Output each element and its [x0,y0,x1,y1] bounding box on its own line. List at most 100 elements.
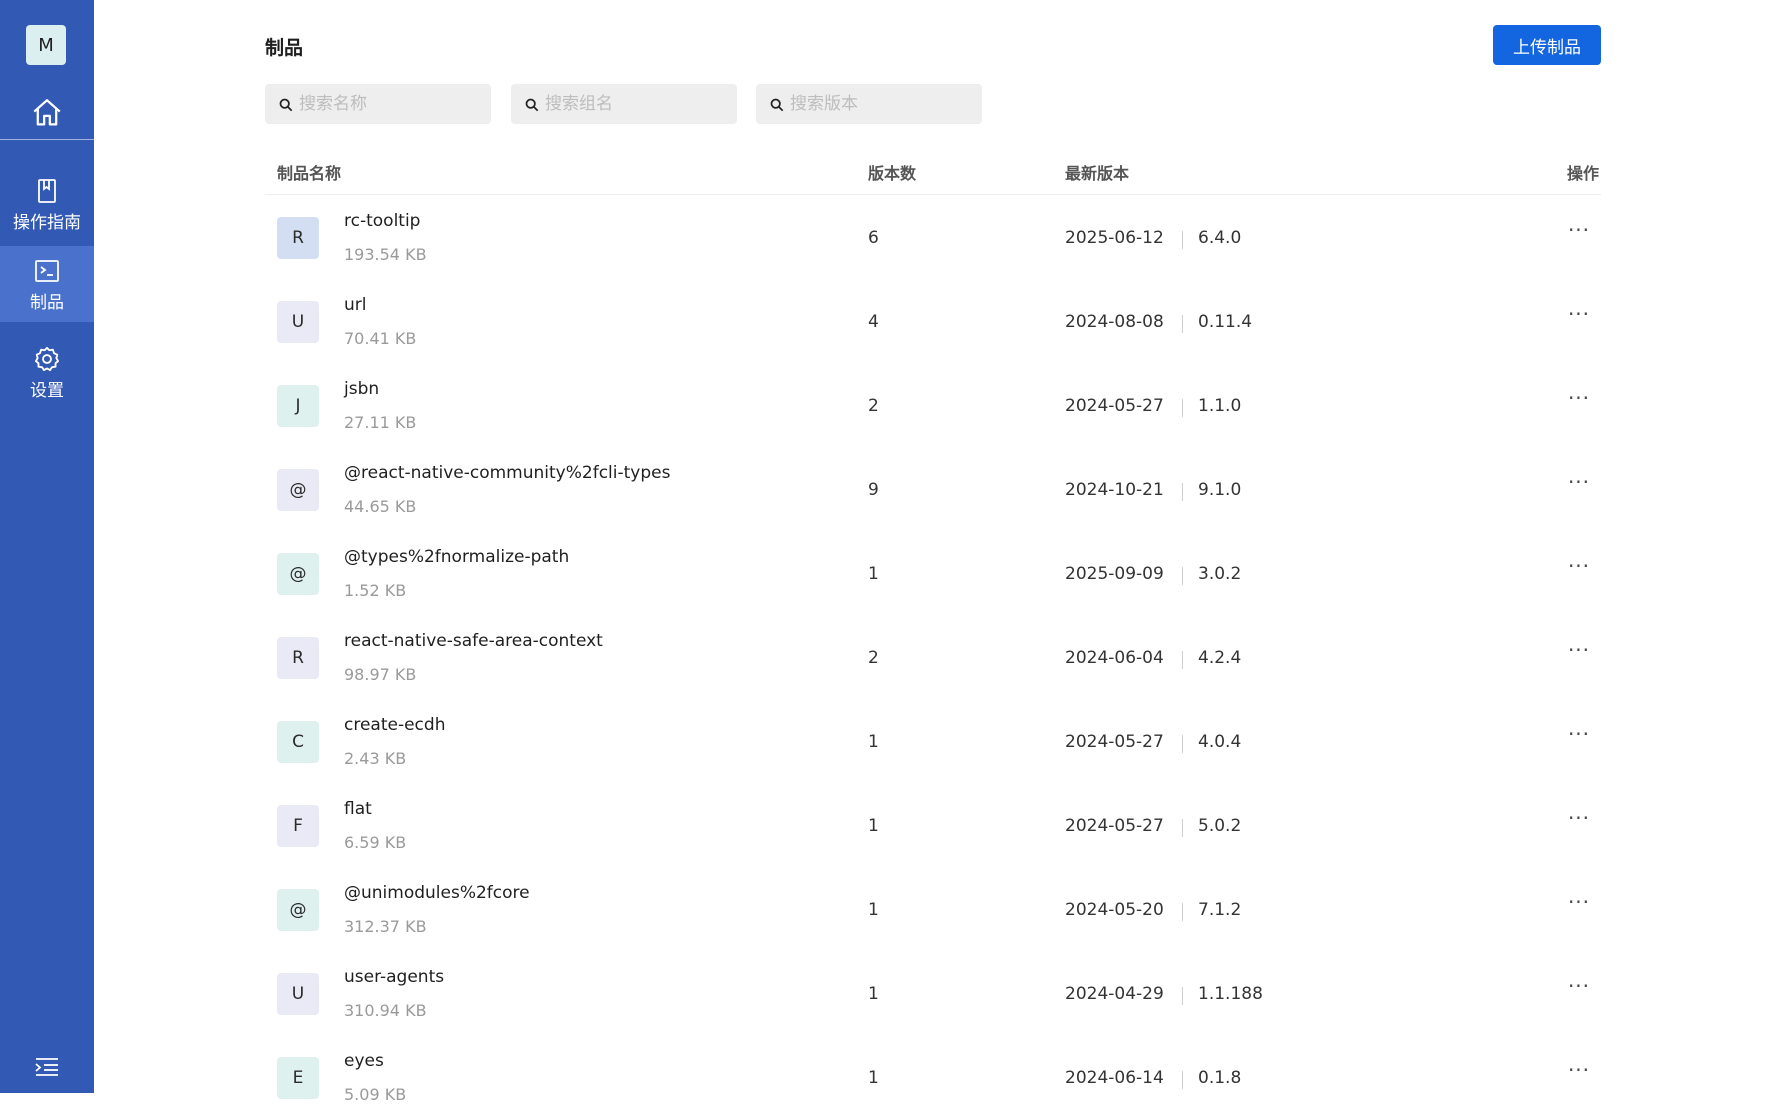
terminal-icon [34,256,60,286]
collapse-sidebar-button[interactable] [0,1050,94,1084]
column-header-name: 制品名称 [277,164,342,183]
table-row[interactable]: Ccreate-ecdh 2.43 KB 1 2024-05-27 4.0.4 ··· [265,699,1601,783]
artifact-name-link[interactable]: @unimodules%2fcore [344,883,530,903]
more-actions-icon[interactable]: ··· [1563,635,1595,665]
latest-version-date: 2024-08-08 [1065,312,1164,332]
latest-version-number: 6.4.0 [1198,228,1242,248]
latest-version-number: 1.1.188 [1198,984,1263,1004]
divider [1182,1071,1183,1089]
sidebar-item-label: 制品 [30,292,64,313]
search-group-input[interactable] [545,94,725,114]
table-row[interactable]: Jjsbn 27.11 KB 2 2024-05-27 1.1.0 ··· [265,363,1601,447]
table-row[interactable]: @ @react-native-community%2fcli-types 44.6… [265,447,1601,531]
version-count: 1 [868,1068,879,1088]
latest-version-number: 1.1.0 [1198,396,1242,416]
artifact-size: 5.09 KB [344,1085,407,1104]
divider [1182,903,1183,921]
more-actions-icon[interactable]: ··· [1563,803,1595,833]
divider [1182,987,1183,1005]
search-version-input[interactable] [790,94,970,114]
latest-version-number: 4.2.4 [1198,648,1242,668]
more-actions-icon[interactable]: ··· [1563,215,1595,245]
column-header-version-count: 版本数 [868,164,917,183]
main-content: 制品 上传制品 制品名称 版本数 最新版本 操作 Rrc-tooltip193.… [265,0,1601,1104]
table-row[interactable]: @ @types%2fnormalize-path 1.52 KB 1 2025-09-… [265,531,1601,615]
gear-icon [33,344,61,374]
artifact-letter-avatar: F [277,805,319,847]
more-actions-icon[interactable]: ··· [1563,1055,1595,1085]
latest-version-date: 2025-09-09 [1065,564,1164,584]
sidebar-item-label: 操作指南 [13,212,81,233]
latest-version-date: 2024-05-27 [1065,732,1164,752]
table-row[interactable]: Rreact-native-safe-area-context 98.97 KB 2… [265,615,1601,699]
artifact-letter-avatar: @ [277,889,319,931]
artifact-size: 98.97 KB [344,665,417,684]
latest-version-date: 2025-06-12 [1065,228,1164,248]
table-row[interactable]: Eeyes 5.09 KB 1 2024-06-14 0.1.8 ··· [265,1035,1601,1119]
table-row[interactable]: @ @unimodules%2fcore 312.37 KB 1 2024-05-20 7… [265,867,1601,951]
artifact-name-link[interactable]: jsbn [344,379,379,399]
column-header-actions: 操作 [1566,164,1599,183]
sidebar-item-guide[interactable]: 操作指南 [0,166,94,242]
latest-version-number: 0.1.8 [1198,1068,1242,1088]
latest-version-number: 9.1.0 [1198,480,1242,500]
search-name-input[interactable] [299,94,479,114]
page-title: 制品 [265,37,304,59]
more-actions-icon[interactable]: ··· [1563,551,1595,581]
search-name-box[interactable] [265,84,491,124]
artifact-letter-avatar: U [277,973,319,1015]
table-row[interactable]: Uurl 70.41 KB 4 2024-08-08 0.11.4 ··· [265,279,1601,363]
artifact-name-link[interactable]: create-ecdh [344,715,445,735]
table-row[interactable]: Fflat 6.59 KB 1 2024-05-27 5.0.2 ··· [265,783,1601,867]
divider [1182,567,1183,585]
artifact-size: 193.54 KB [344,245,427,264]
divider [1182,315,1183,333]
column-header-latest-version: 最新版本 [1065,164,1130,183]
latest-version-date: 2024-10-21 [1065,480,1164,500]
latest-version-number: 7.1.2 [1198,900,1242,920]
latest-version-number: 0.11.4 [1198,312,1253,332]
artifact-size: 312.37 KB [344,917,427,936]
table-row[interactable]: Uuser-agents 310.94 KB 1 2024-04-29 1.1.188 ·… [265,951,1601,1035]
artifact-name-link[interactable]: eyes [344,1051,384,1071]
latest-version-date: 2024-05-27 [1065,816,1164,836]
latest-version-date: 2024-05-20 [1065,900,1164,920]
version-count: 1 [868,732,879,752]
table-row[interactable]: Rrc-tooltip 193.54 KB 6 2025-06-12 6.4.0 ··· [265,195,1601,279]
artifact-size: 1.52 KB [344,581,407,600]
more-actions-icon[interactable]: ··· [1563,383,1595,413]
more-actions-icon[interactable]: ··· [1563,467,1595,497]
sidebar-item-settings[interactable]: 设置 [0,334,94,410]
artifact-name-link[interactable]: @react-native-community%2fcli-types [344,463,670,483]
more-actions-icon[interactable]: ··· [1563,299,1595,329]
artifact-letter-avatar: J [277,385,319,427]
bookmark-icon [35,176,59,206]
more-actions-icon[interactable]: ··· [1563,887,1595,917]
version-count: 6 [868,228,879,248]
version-count: 9 [868,480,879,500]
artifact-letter-avatar: R [277,217,319,259]
avatar[interactable]: M [26,25,66,65]
latest-version-date: 2024-06-14 [1065,1068,1164,1088]
more-actions-icon[interactable]: ··· [1563,719,1595,749]
latest-version-number: 3.0.2 [1198,564,1242,584]
artifact-name-link[interactable]: user-agents [344,967,444,987]
version-count: 1 [868,984,879,1004]
search-icon [525,97,539,112]
version-count: 1 [868,564,879,584]
artifact-letter-avatar: @ [277,469,319,511]
artifact-name-link[interactable]: url [344,295,367,315]
latest-version-date: 2024-06-04 [1065,648,1164,668]
artifact-letter-avatar: R [277,637,319,679]
artifact-name-link[interactable]: flat [344,799,372,819]
search-version-box[interactable] [756,84,982,124]
more-actions-icon[interactable]: ··· [1563,971,1595,1001]
artifact-name-link[interactable]: @types%2fnormalize-path [344,547,569,567]
upload-artifact-button[interactable]: 上传制品 [1493,25,1601,65]
artifact-name-link[interactable]: react-native-safe-area-context [344,631,603,651]
search-group-box[interactable] [511,84,737,124]
sidebar-item-artifacts[interactable]: 制品 [0,246,94,322]
artifact-name-link[interactable]: rc-tooltip [344,211,420,231]
home-button[interactable] [0,88,94,138]
divider [1182,399,1183,417]
